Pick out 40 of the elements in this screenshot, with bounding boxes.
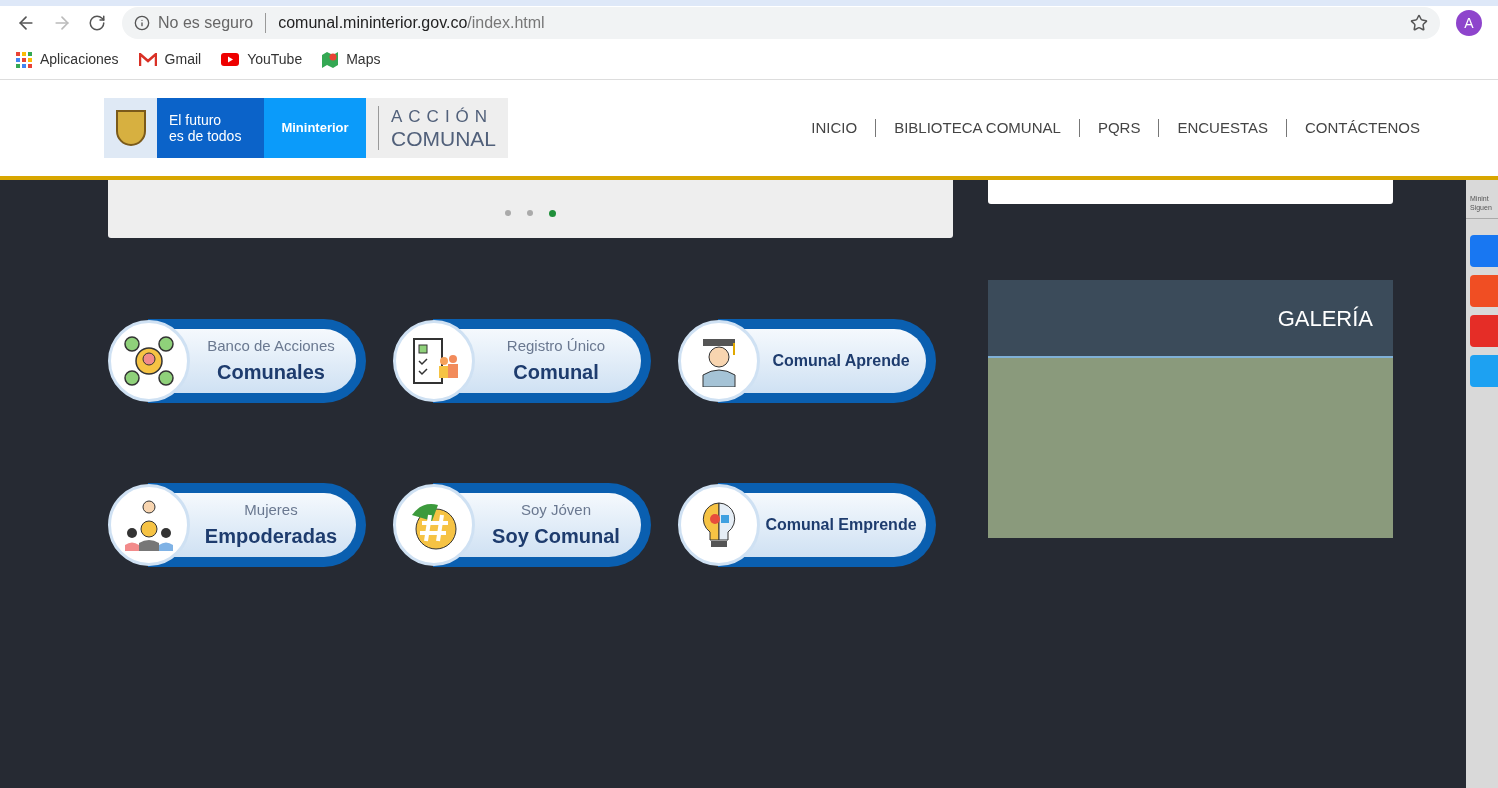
shortcut-subtitle: Mujeres: [244, 499, 298, 520]
nav-link[interactable]: ENCUESTAS: [1177, 116, 1268, 140]
shortcut-subtitle: Banco de Acciones: [207, 335, 335, 356]
women-group-icon: [123, 499, 175, 551]
bookmark-item[interactable]: Maps: [322, 49, 381, 70]
shortcut-title: Comunales: [217, 360, 325, 386]
bookmark-item[interactable]: YouTube: [221, 49, 303, 70]
profile-avatar[interactable]: A: [1456, 10, 1482, 36]
info-icon: [134, 15, 150, 31]
reload-icon[interactable]: [88, 14, 106, 32]
nav-link[interactable]: INICIO: [811, 116, 858, 140]
shortcut-title: Comunal Aprende: [772, 351, 910, 371]
coat-of-arms-icon: [104, 98, 157, 158]
nav-link[interactable]: CONTÁCTENOS: [1305, 116, 1420, 140]
shortcut-subtitle: Registro Único: [506, 335, 606, 356]
slogan-text: es de todos: [169, 128, 243, 144]
nav-link[interactable]: BIBLIOTECA COMUNAL: [894, 116, 1061, 140]
people-network-icon: [123, 335, 175, 387]
bookmark-star-icon[interactable]: [1410, 14, 1428, 32]
logo-title-top: ACCIÓN: [391, 106, 495, 128]
mail-icon: [138, 52, 157, 67]
bookmark-item[interactable]: Aplicaciones: [16, 49, 119, 70]
nav-link[interactable]: PQRS: [1097, 116, 1141, 140]
shortcut-subtitle: Soy Jóven: [520, 499, 591, 520]
logo-title-bottom: COMUNAL: [391, 128, 496, 150]
security-label: No es seguro: [158, 13, 254, 33]
address-bar[interactable]: No es seguro comunal.mininterior.gov.co/index.html: [122, 7, 1440, 39]
shortcut-title: Empoderadas: [204, 524, 338, 550]
map-pin-icon: [322, 50, 339, 69]
bookmark-item[interactable]: Gmail: [138, 49, 202, 70]
slogan-text: El futuro: [169, 112, 223, 128]
ministry-label: Mininterior: [264, 98, 366, 158]
shortcut-title: Comunal Emprende: [765, 515, 917, 535]
shortcut-title: Soy Comunal: [492, 524, 620, 550]
play-icon: [221, 53, 240, 66]
shortcut-title: Comunal: [513, 360, 599, 386]
gallery-photo[interactable]: GALERÍA: [988, 280, 1393, 538]
apps-grid-icon: [16, 51, 32, 68]
url-text: comunal.mininterior.gov.co/index.html: [278, 13, 545, 33]
gallery-title: GALERÍA: [1277, 304, 1373, 333]
